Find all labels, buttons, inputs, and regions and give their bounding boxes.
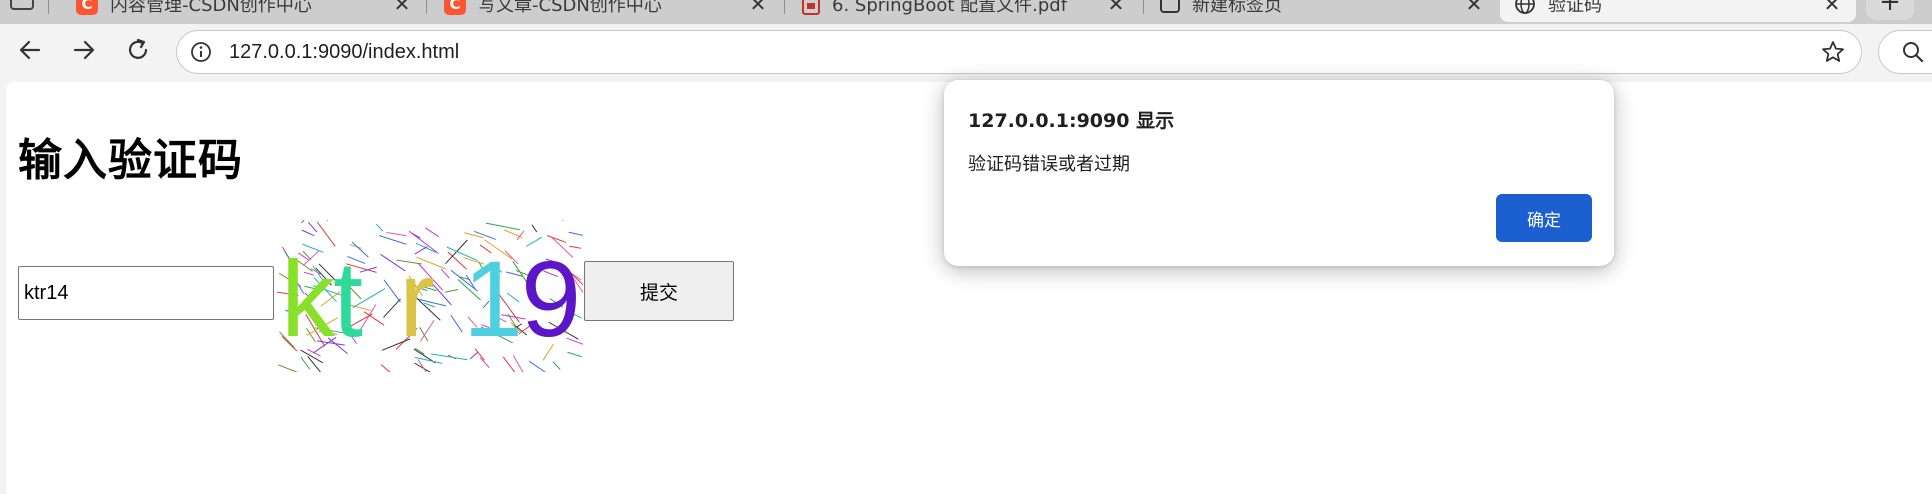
tab-pdf[interactable]: 6. SpringBoot 配置文件.pdf ✕ [788,0,1140,22]
captcha-noise-line [440,268,450,279]
bookmark-star-icon[interactable] [1815,34,1851,70]
captcha-noise-line [528,360,546,372]
reload-icon [128,38,148,59]
tab-separator [1143,0,1144,14]
captcha-char: k [281,238,336,359]
captcha-noise-line [450,314,463,333]
page-title: 输入验证码 [18,135,243,186]
captcha-noise-line [375,223,384,232]
captcha-noise-line [502,356,516,372]
tab-close-icon[interactable]: ✕ [1104,0,1128,16]
dialog-title: 127.0.0.1:9090 显示 [968,110,1175,132]
tab-title: 新建标签页 [1192,0,1282,16]
search-icon [1903,42,1924,63]
tab-close-icon[interactable]: ✕ [1462,0,1486,16]
tab-captcha[interactable]: 验证码 ✕ [1500,0,1856,22]
reload-button[interactable] [116,28,160,72]
tab-content-management[interactable]: C 内容管理-CSDN创作中心 ✕ [62,0,426,22]
tab-separator [426,0,427,14]
site-info-icon[interactable] [187,38,215,66]
tab-write-article[interactable]: C 写文章-CSDN创作中心 ✕ [430,0,782,22]
dialog-message: 验证码错误或者过期 [968,154,1130,175]
captcha-char: 1 [463,238,523,359]
back-arrow-icon [19,40,41,60]
search-button[interactable] [1878,30,1932,74]
captcha-input[interactable] [18,266,274,320]
forward-button[interactable] [62,28,106,72]
new-tab-button[interactable]: + [1866,0,1914,20]
address-bar[interactable]: 127.0.0.1:9090/index.html [176,30,1862,74]
tab-actions-icon[interactable] [10,0,34,10]
captcha-noise-line [531,224,538,233]
captcha-characters: kt r 19 [281,238,581,359]
tab-separator [784,0,785,14]
tab-close-icon[interactable]: ✕ [746,0,770,16]
captcha-noise-line [307,222,318,233]
csdn-icon: C [76,0,98,15]
globe-icon [1515,0,1535,14]
address-url[interactable]: 127.0.0.1:9090/index.html [229,41,1815,64]
tab-close-icon[interactable]: ✕ [1820,0,1844,16]
captcha-char: t [333,238,363,359]
tab-title: 内容管理-CSDN创作中心 [110,0,312,16]
captcha-noise-line [445,289,459,293]
forward-arrow-icon [73,40,95,60]
tab-title: 6. SpringBoot 配置文件.pdf [832,0,1068,16]
tab-new-tab-page[interactable]: 新建标签页 ✕ [1146,0,1498,22]
pdf-icon [802,0,820,15]
submit-button[interactable]: 提交 [584,261,734,321]
browser-toolbar: 127.0.0.1:9090/index.html [0,24,1932,82]
captcha-noise-line [414,362,431,372]
captcha-noise-line [277,364,298,372]
captcha-char: r [399,238,435,359]
tab-strip: C 内容管理-CSDN创作中心 ✕ C 写文章-CSDN创作中心 ✕ 6. Sp… [0,0,1932,24]
page-icon [1160,0,1180,13]
captcha-char: 9 [521,238,581,359]
alert-dialog: 127.0.0.1:9090 显示 验证码错误或者过期 确定 [944,80,1614,266]
captcha-noise-line [552,361,561,370]
captcha-noise-line [383,298,401,318]
captcha-noise-line [485,222,520,231]
captcha-noise-line [424,227,440,238]
tab-title: 验证码 [1548,0,1602,16]
tab-title: 写文章-CSDN创作中心 [478,0,662,16]
dialog-ok-button[interactable]: 确定 [1496,194,1592,242]
back-button[interactable] [8,28,52,72]
captcha-noise-line [380,364,391,372]
captcha-noise-line [479,357,490,368]
csdn-icon: C [444,0,466,15]
captcha-noise-line [301,229,315,237]
captcha-noise-line [383,279,401,303]
captcha-image[interactable]: kt r 19 [277,220,583,372]
tab-separator [48,0,49,14]
captcha-noise-line [386,232,407,237]
tab-close-icon[interactable]: ✕ [390,0,414,16]
